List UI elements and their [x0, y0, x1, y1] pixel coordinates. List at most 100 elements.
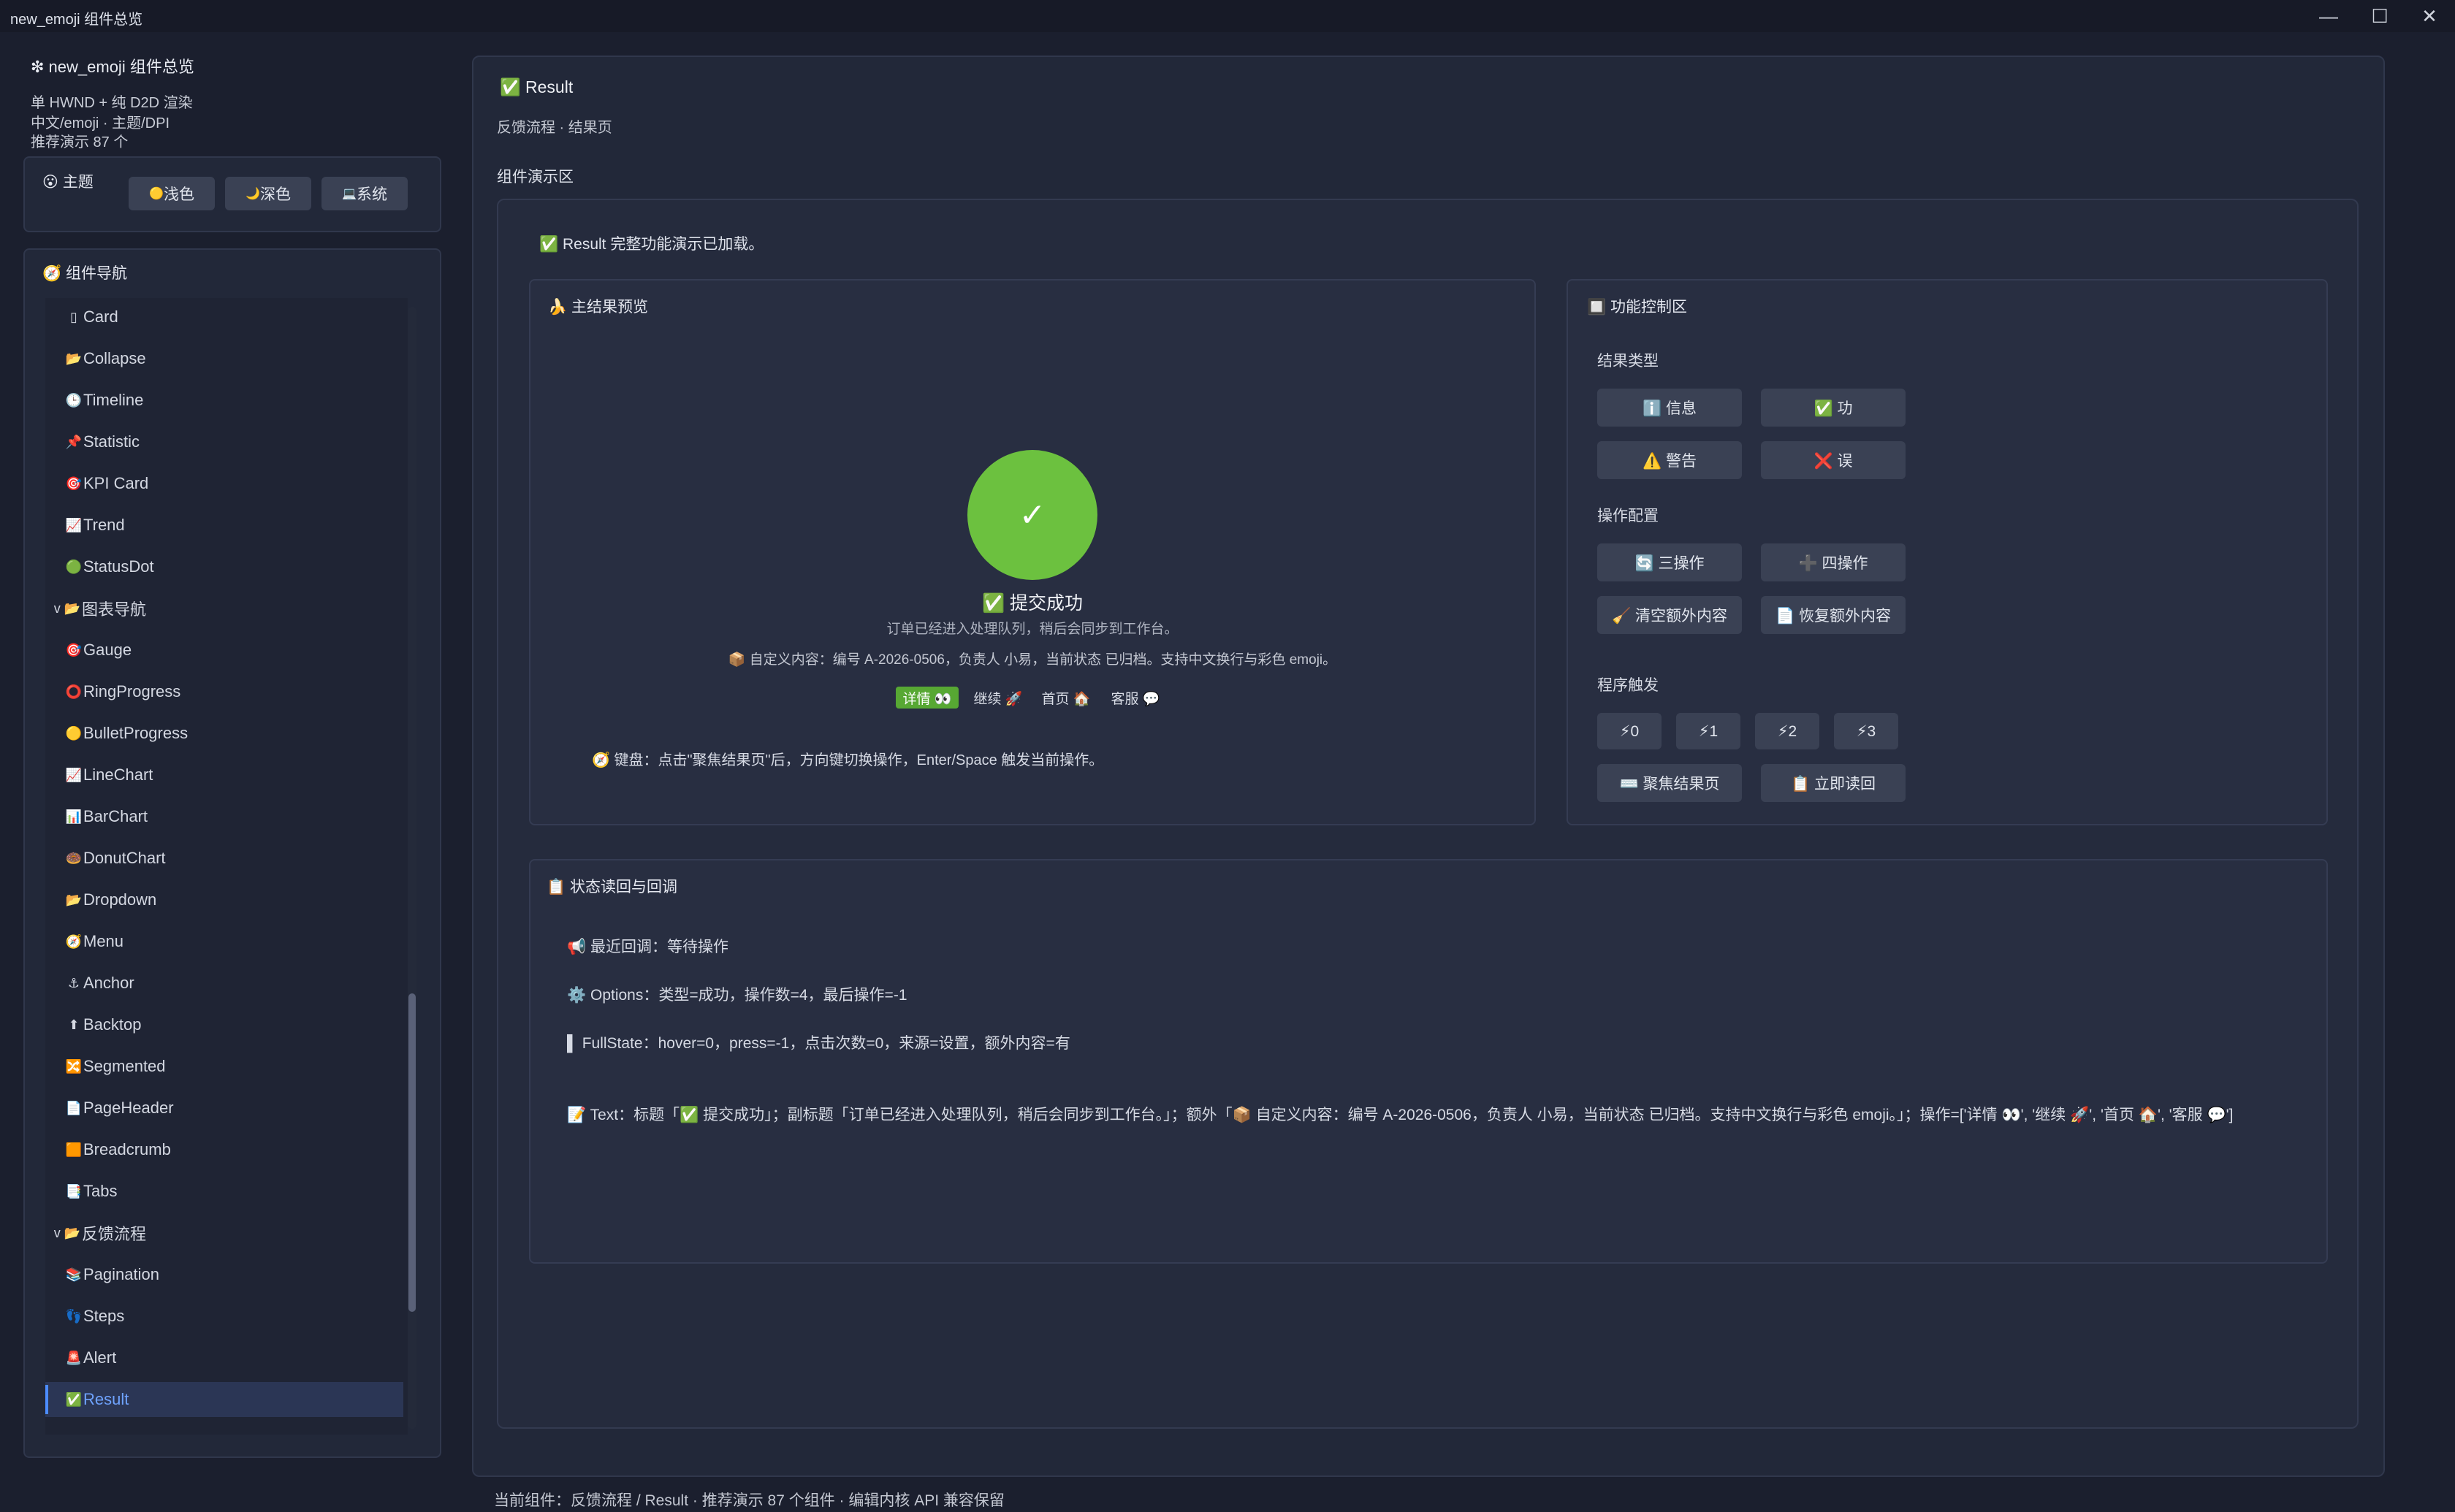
sidebar-item-backtop[interactable]: ⬆ Backtop: [45, 1007, 403, 1042]
focus-result-button[interactable]: ⌨️ 聚焦结果页: [1597, 764, 1742, 802]
action-support-button[interactable]: 客服 💬: [1103, 687, 1168, 709]
sidebar-item-label: Pagination: [83, 1265, 159, 1283]
sidebar-item-collapse[interactable]: 📂 Collapse: [45, 341, 403, 376]
sidebar-item-label: DonutChart: [83, 849, 166, 867]
close-button[interactable]: ✕: [2404, 3, 2455, 29]
sidebar-item-linechart[interactable]: 📈 LineChart: [45, 757, 403, 793]
type-warning-button[interactable]: ⚠️ 警告: [1597, 441, 1742, 479]
sidebar-item-steps[interactable]: 👣 Steps: [45, 1299, 403, 1334]
action-continue-button[interactable]: 继续 🚀: [966, 687, 1030, 709]
sidebar-item-label: BarChart: [83, 807, 148, 825]
sidebar-item-tabs[interactable]: 📑 Tabs: [45, 1174, 403, 1209]
sidebar-item-donutchart[interactable]: 🍩 DonutChart: [45, 841, 403, 876]
type-info-button[interactable]: ℹ️ 信息: [1597, 389, 1742, 427]
theme-dark-button[interactable]: 🌙 深色: [225, 177, 311, 210]
sidebar-item-result[interactable]: ✅ Result: [45, 1382, 403, 1417]
sidebar-item-ringprogress[interactable]: ⭕ RingProgress: [45, 674, 403, 709]
theme-light-button[interactable]: 🟡 浅色: [129, 177, 215, 210]
status-panel: [529, 859, 2328, 1264]
sun-icon: 🟡: [149, 188, 164, 200]
item-icon: 🧭: [65, 933, 83, 949]
theme-dark-label: 深色: [259, 186, 291, 203]
item-icon: 📈: [65, 517, 83, 532]
item-icon: 📑: [65, 1183, 83, 1199]
sidebar-item-label: StatusDot: [83, 557, 154, 576]
sidebar-item-anchor[interactable]: ⚓ Anchor: [45, 966, 403, 1001]
three-actions-button[interactable]: 🔄 三操作: [1597, 543, 1742, 581]
sidebar-item-pageheader[interactable]: 📄 PageHeader: [45, 1091, 403, 1126]
action-details-button[interactable]: 详情 👀: [896, 687, 959, 709]
sidebar-item-statusdot[interactable]: 🟢 StatusDot: [45, 549, 403, 584]
item-icon: 🔀: [65, 1058, 83, 1074]
item-icon: 📌: [65, 434, 83, 449]
sidebar-item-label: Collapse: [83, 349, 146, 367]
four-actions-button[interactable]: ➕ 四操作: [1761, 543, 1906, 581]
action-home-button[interactable]: 首页 🏠: [1036, 687, 1096, 709]
window-title: new_emoji 组件总览: [10, 12, 143, 28]
item-icon: 👣: [65, 1308, 83, 1324]
page-subtitle: 反馈流程 · 结果页: [497, 120, 612, 136]
restore-extra-button[interactable]: 📄 恢复额外内容: [1761, 596, 1906, 634]
loaded-message: ✅ Result 完整功能演示已加载。: [539, 236, 764, 253]
last-callback: 📢 最近回调：等待操作: [567, 939, 728, 955]
theme-label: 😮 主题: [42, 174, 94, 191]
sidebar-item-menu[interactable]: 🧭 Menu: [45, 924, 403, 959]
sidebar-item-反馈流程[interactable]: v 📂 反馈流程: [45, 1215, 403, 1251]
sidebar-item-breadcrumb[interactable]: 🟧 Breadcrumb: [45, 1132, 403, 1167]
theme-light-label: 浅色: [163, 186, 194, 203]
sidebar-item-barchart[interactable]: 📊 BarChart: [45, 799, 403, 834]
sidebar-item-label: 反馈流程: [82, 1225, 147, 1243]
result-type-label: 结果类型: [1597, 353, 1659, 370]
sidebar-item-label: PageHeader: [83, 1099, 174, 1117]
sidebar-item-pagination[interactable]: 📚 Pagination: [45, 1257, 403, 1292]
sidebar-item-label: Breadcrumb: [83, 1140, 171, 1158]
clear-extra-button[interactable]: 🧹 清空额外内容: [1597, 596, 1742, 634]
trigger-3-button[interactable]: ⚡3: [1834, 713, 1898, 749]
sidebar-item-trend[interactable]: 📈 Trend: [45, 508, 403, 543]
sidebar-item-label: Dropdown: [83, 890, 157, 909]
sidebar-item-alert[interactable]: 🚨 Alert: [45, 1340, 403, 1375]
sidebar-item-kpi-card[interactable]: 🎯 KPI Card: [45, 466, 403, 501]
item-icon: 📚: [65, 1267, 83, 1282]
trigger-label: 程序触发: [1597, 677, 1659, 694]
info-line-render: 单 HWND + 纯 D2D 渲染: [31, 95, 193, 111]
maximize-icon: ☐: [2371, 4, 2389, 27]
minimize-button[interactable]: —: [2303, 3, 2354, 29]
trigger-0-button[interactable]: ⚡0: [1597, 713, 1662, 749]
laptop-icon: 💻: [342, 188, 357, 200]
title-bar: new_emoji 组件总览 — ☐ ✕: [0, 0, 2455, 32]
sidebar-item-label: LineChart: [83, 765, 153, 784]
sidebar-item-statistic[interactable]: 📌 Statistic: [45, 424, 403, 459]
nav-scroll-thumb[interactable]: [408, 993, 416, 1312]
sidebar-item-timeline[interactable]: 🕒 Timeline: [45, 383, 403, 418]
item-icon: 📂: [65, 892, 83, 907]
sidebar-item-dropdown[interactable]: 📂 Dropdown: [45, 882, 403, 917]
read-back-button[interactable]: 📋 立即读回: [1761, 764, 1906, 802]
item-icon: 🎯: [65, 476, 83, 491]
trigger-2-button[interactable]: ⚡2: [1755, 713, 1819, 749]
status-footer: 当前组件：反馈流程 / Result · 推荐演示 87 个组件 · 编辑内核 …: [494, 1492, 1005, 1509]
info-line-theme: 中文/emoji · 主题/DPI: [31, 115, 170, 131]
type-error-button[interactable]: ❌ 误: [1761, 441, 1906, 479]
preview-title: 🍌 主结果预览: [548, 299, 648, 316]
folder-icon: v 📂: [53, 1225, 81, 1240]
sidebar-item-label: Card: [83, 308, 118, 326]
status-title: 📋 状态读回与回调: [547, 879, 677, 896]
sidebar-item-label: Trend: [83, 516, 125, 534]
item-icon: ⬆: [68, 1017, 80, 1032]
trigger-1-button[interactable]: ⚡1: [1676, 713, 1740, 749]
sidebar-item-label: Timeline: [83, 391, 144, 409]
sidebar-item-card[interactable]: ▯ Card: [45, 299, 403, 335]
moon-icon: 🌙: [246, 188, 260, 200]
type-success-button[interactable]: ✅ 功: [1761, 389, 1906, 427]
sidebar-item-bulletprogress[interactable]: 🟡 BulletProgress: [45, 716, 403, 751]
text-readout: 📝 Text：标题「✅ 提交成功」；副标题「订单已经进入处理队列，稍后会同步到工…: [567, 1107, 2234, 1123]
sidebar-item-label: Steps: [83, 1307, 125, 1325]
item-icon: ▯: [70, 309, 77, 324]
item-icon: 🕒: [65, 392, 83, 408]
sidebar-item-segmented[interactable]: 🔀 Segmented: [45, 1049, 403, 1084]
theme-system-button[interactable]: 💻 系统: [321, 177, 408, 210]
nav-list[interactable]: ▯ Card 📂 Collapse 🕒 Timeline 📌 Statistic 🎯 KPI Ca…: [45, 298, 408, 1435]
maximize-button[interactable]: ☐: [2354, 3, 2405, 29]
sidebar-item-label: Result: [83, 1390, 129, 1408]
